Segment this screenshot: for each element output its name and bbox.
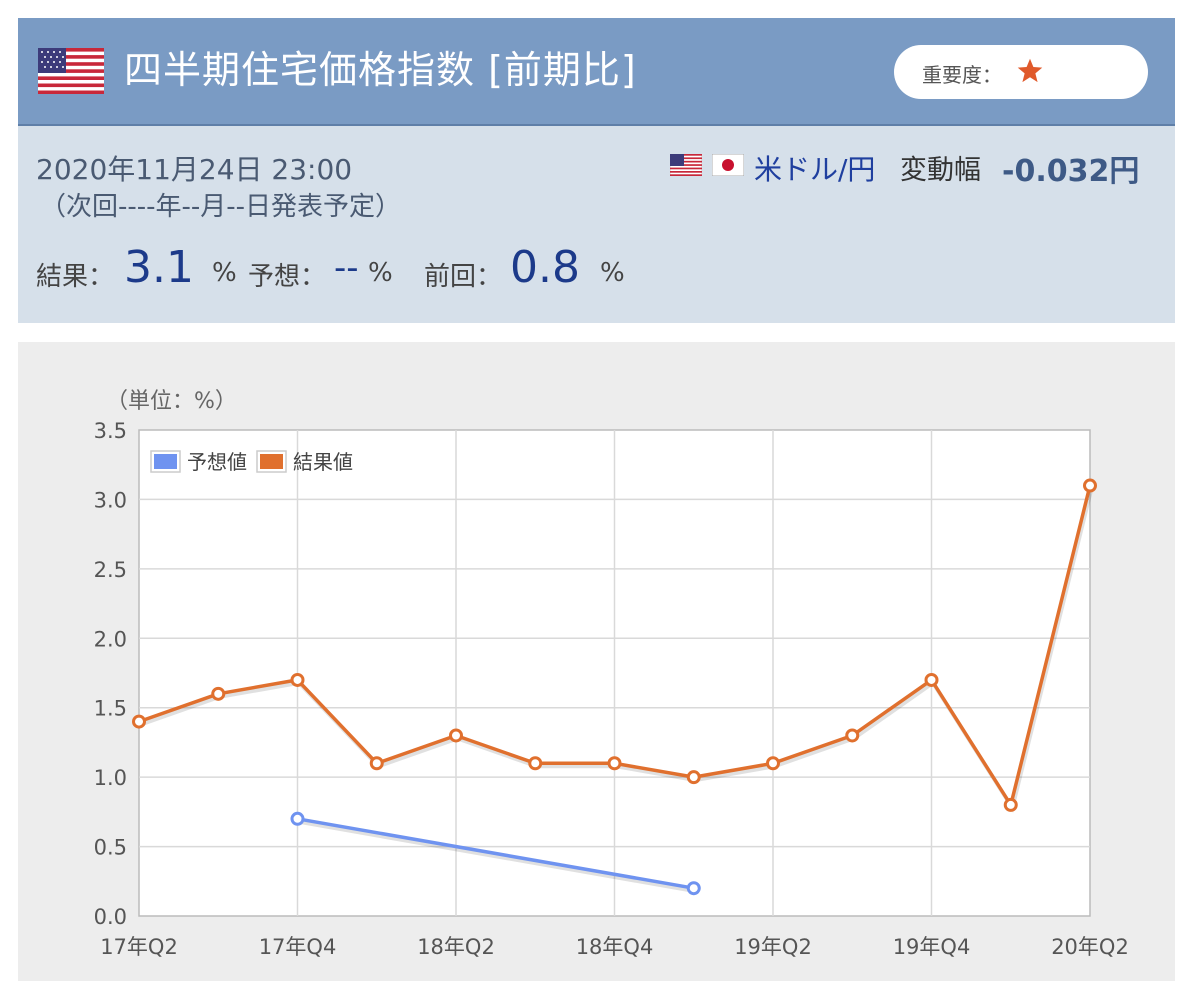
data-point bbox=[686, 770, 701, 785]
data-point bbox=[845, 728, 860, 743]
x-tick-label: 20年Q2 bbox=[1051, 935, 1129, 959]
previous-value: 0.8 bbox=[510, 242, 580, 293]
chart-panel: （単位：%） 0.0 0.5 1.0 1.5 2.0 2.5 3.0 3.5 17年Q2 17年… bbox=[18, 342, 1175, 981]
legend-swatch bbox=[154, 454, 177, 469]
data-point bbox=[449, 728, 463, 743]
legend-label: 予想値 bbox=[187, 450, 247, 474]
star-icon bbox=[1017, 58, 1043, 83]
next-release: （次回----年--月--日発表予定） bbox=[40, 192, 402, 222]
release-info-panel: 2020年11月24日 23:00 （次回----年--月--日発表予定） 米ド… bbox=[18, 126, 1175, 323]
data-point bbox=[369, 756, 384, 771]
x-tick-label: 17年Q4 bbox=[259, 935, 337, 959]
x-tick-label: 19年Q4 bbox=[893, 935, 971, 959]
us-flag-icon bbox=[38, 48, 104, 94]
y-tick-label: 1.5 bbox=[94, 697, 127, 721]
data-point bbox=[132, 714, 146, 729]
forecast-label: 予想： bbox=[248, 262, 327, 292]
forecast-unit: % bbox=[368, 258, 393, 288]
release-datetime: 2020年11月24日 23:00 bbox=[36, 153, 353, 186]
data-point bbox=[211, 686, 226, 701]
y-tick-label: 0.5 bbox=[94, 836, 127, 860]
x-tick-label: 18年Q4 bbox=[576, 935, 654, 959]
y-tick-label: 1.0 bbox=[94, 766, 127, 790]
data-point bbox=[924, 672, 939, 687]
previous-unit: % bbox=[600, 258, 625, 288]
legend-label: 結果値 bbox=[293, 450, 353, 474]
forecast-value: -- bbox=[334, 248, 359, 288]
jp-flag-icon bbox=[712, 154, 744, 176]
data-point bbox=[290, 672, 305, 687]
y-tick-label: 0.0 bbox=[94, 905, 127, 929]
unit-label: （単位：%） bbox=[106, 389, 237, 414]
data-point bbox=[1083, 478, 1097, 493]
y-tick-label: 2.5 bbox=[94, 558, 127, 582]
result-value: 3.1 bbox=[124, 242, 194, 293]
data-point bbox=[528, 756, 543, 771]
chart-grid bbox=[138, 429, 1091, 917]
data-point bbox=[766, 756, 780, 771]
x-tick-label: 18年Q2 bbox=[417, 935, 495, 959]
us-flag-icon bbox=[670, 154, 702, 176]
previous-label: 前回： bbox=[424, 262, 503, 292]
page-title: 四半期住宅価格指数 [前期比] bbox=[124, 48, 637, 92]
x-axis: 17年Q2 17年Q4 18年Q2 18年Q4 19年Q2 19年Q4 20年Q2 bbox=[100, 935, 1129, 959]
range-label: 変動幅 bbox=[900, 155, 981, 186]
currency-pair-link[interactable]: 米ドル/円 bbox=[754, 148, 875, 188]
result-label: 結果： bbox=[36, 262, 115, 292]
data-point bbox=[607, 756, 622, 771]
y-tick-label: 3.0 bbox=[94, 488, 127, 512]
legend-swatch bbox=[260, 454, 283, 469]
importance-label: 重要度： bbox=[922, 63, 1002, 87]
data-point bbox=[1003, 797, 1018, 812]
y-tick-label: 3.5 bbox=[94, 419, 127, 443]
range-value: -0.032円 bbox=[1002, 154, 1140, 189]
header-bar: 四半期住宅価格指数 [前期比] 重要度： bbox=[18, 18, 1175, 126]
x-tick-label: 19年Q2 bbox=[734, 935, 812, 959]
y-axis: 0.0 0.5 1.0 1.5 2.0 2.5 3.0 3.5 bbox=[94, 419, 127, 929]
result-unit: % bbox=[212, 258, 237, 288]
x-tick-label: 17年Q2 bbox=[100, 935, 178, 959]
importance-badge: 重要度： bbox=[894, 45, 1148, 99]
data-point bbox=[290, 811, 305, 826]
data-point bbox=[686, 881, 701, 896]
y-tick-label: 2.0 bbox=[94, 627, 127, 651]
line-chart: （単位：%） 0.00.51.01.52.02.53.03.5 17年Q2 17年… bbox=[94, 389, 1129, 959]
